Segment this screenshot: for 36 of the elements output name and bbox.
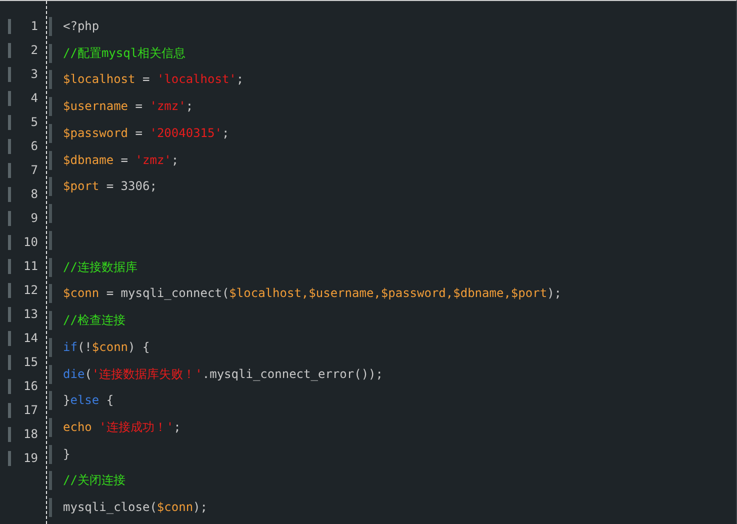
line-number: 11 (24, 259, 38, 274)
code-line: echo '连接成功！'; (63, 420, 181, 436)
line-number: 14 (24, 331, 38, 346)
code-line: }else { (63, 393, 114, 408)
line-number: 7 (30, 163, 38, 178)
code-line: //连接数据库 (63, 260, 138, 275)
code-line: } (63, 446, 70, 462)
code-line: //配置mysql相关信息 (63, 46, 186, 61)
code-line: <?php (63, 19, 100, 34)
line-number: 18 (24, 427, 38, 442)
code-line: $port = 3306; (63, 179, 157, 194)
code-line: if(!$conn) { (63, 340, 150, 355)
code-line: $password = '20040315'; (63, 126, 230, 141)
line-number: 16 (24, 379, 38, 394)
code-line: mysqli_close($conn); (63, 500, 208, 516)
line-number: 2 (30, 43, 38, 58)
code-line: //关闭连接 (63, 473, 126, 488)
code-line: $localhost = 'localhost'; (63, 72, 244, 88)
code-line: $conn = mysqli_connect($localhost,$username,$password,$dbname,$port); (63, 286, 562, 302)
line-number: 13 (24, 307, 38, 322)
line-number: 6 (30, 139, 38, 154)
line-number: 5 (30, 115, 38, 130)
line-number: 15 (24, 355, 38, 370)
line-number: 9 (30, 211, 38, 226)
code-line: die('连接数据库失败！'.mysqli_connect_error()); (63, 366, 383, 382)
code-line: //检查连接 (63, 313, 126, 328)
line-number: 17 (24, 403, 38, 418)
line-number: 4 (30, 91, 38, 106)
line-number: 19 (24, 451, 38, 466)
line-number: 12 (24, 283, 38, 298)
code-line: $dbname = 'zmz'; (63, 152, 179, 168)
line-number: 10 (24, 235, 38, 250)
line-number: 1 (30, 19, 38, 34)
line-number: 8 (30, 187, 38, 202)
line-number: 3 (30, 67, 38, 82)
code-line: $username = 'zmz'; (63, 99, 194, 114)
